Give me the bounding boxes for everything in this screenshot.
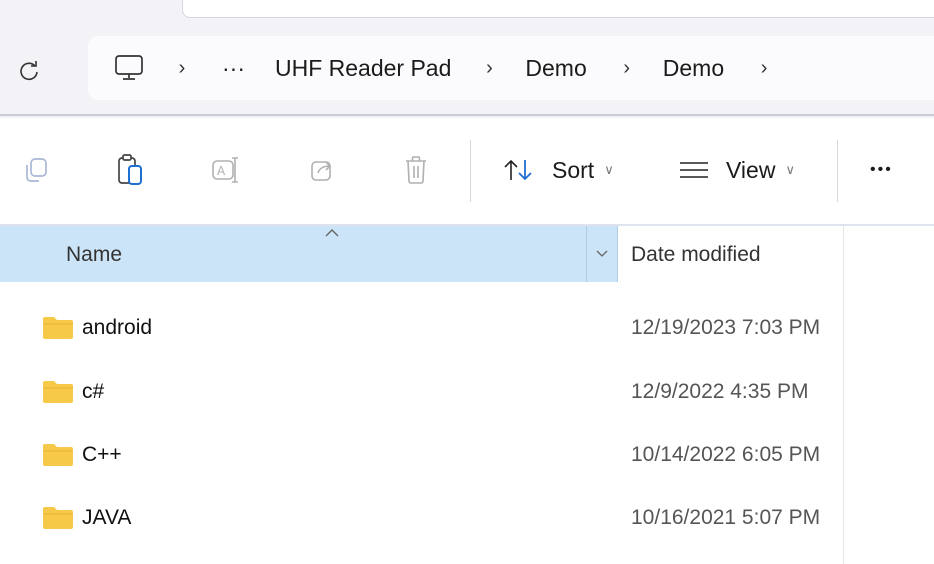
breadcrumb-separator[interactable]: › xyxy=(754,57,774,80)
toolbar-divider xyxy=(837,140,838,202)
folder-icon xyxy=(43,317,73,339)
column-filter-dropdown[interactable] xyxy=(586,226,618,282)
computer-icon xyxy=(115,55,143,80)
file-name: C++ xyxy=(82,443,122,466)
breadcrumb-separator[interactable]: › xyxy=(172,57,192,80)
breadcrumb-demo-current[interactable]: Demo xyxy=(663,55,724,82)
sort-button[interactable]: Sort ∨ xyxy=(502,148,614,192)
breadcrumb-overflow-button[interactable]: ··· xyxy=(222,55,245,82)
address-divider xyxy=(0,114,934,116)
svg-text:A: A xyxy=(217,164,226,178)
view-icon xyxy=(680,162,708,178)
rename-icon: A xyxy=(212,157,238,183)
view-button[interactable]: View ∨ xyxy=(678,148,795,192)
folder-icon xyxy=(43,381,73,403)
delete-button[interactable] xyxy=(396,150,436,190)
file-row-android[interactable]: android 12/19/2023 7:03 PM xyxy=(0,292,843,356)
file-name: c# xyxy=(82,380,105,403)
breadcrumb-separator[interactable]: › xyxy=(479,57,499,80)
sort-label: Sort xyxy=(552,156,595,183)
file-name: android xyxy=(82,316,153,339)
chevron-down-icon: ∨ xyxy=(785,162,795,177)
view-label: View xyxy=(726,156,776,183)
breadcrumb-demo[interactable]: Demo xyxy=(525,55,586,82)
column-divider[interactable] xyxy=(843,226,844,564)
share-icon xyxy=(311,161,332,181)
sort-ascending-icon xyxy=(325,229,339,237)
address-bar[interactable]: › ··· UHF Reader Pad › Demo › Demo › xyxy=(88,36,934,100)
file-date: 10/16/2021 5:07 PM xyxy=(631,506,821,529)
paste-icon xyxy=(118,154,142,185)
chevron-down-icon xyxy=(596,250,608,257)
trash-icon xyxy=(406,156,426,184)
active-tab-edge xyxy=(182,0,934,18)
sort-icon xyxy=(504,159,532,181)
toolbar-divider xyxy=(470,140,471,202)
file-name: JAVA xyxy=(82,506,132,529)
file-date: 12/19/2023 7:03 PM xyxy=(631,316,821,339)
chevron-down-icon: ∨ xyxy=(604,162,614,177)
paste-button[interactable] xyxy=(110,150,150,190)
more-options-button[interactable]: ••• xyxy=(870,148,893,192)
rename-button[interactable]: A xyxy=(206,150,246,190)
copy-button[interactable] xyxy=(16,150,56,190)
breadcrumb-uhf-reader-pad[interactable]: UHF Reader Pad xyxy=(275,55,451,82)
this-pc-button[interactable] xyxy=(114,53,144,83)
copy-icon xyxy=(26,158,47,182)
breadcrumb-separator[interactable]: › xyxy=(617,57,637,80)
file-row-csharp[interactable]: c# 12/9/2022 4:35 PM xyxy=(0,356,843,420)
share-button[interactable] xyxy=(302,150,342,190)
file-row-cpp[interactable]: C++ 10/14/2022 6:05 PM xyxy=(0,419,843,483)
file-date: 12/9/2022 4:35 PM xyxy=(631,380,809,403)
refresh-button[interactable] xyxy=(12,54,46,88)
column-header-date-modified[interactable]: Date modified xyxy=(631,243,761,267)
file-row-java[interactable]: JAVA 10/16/2021 5:07 PM xyxy=(0,482,843,546)
refresh-icon xyxy=(20,61,38,81)
file-date: 10/14/2022 6:05 PM xyxy=(631,443,821,466)
folder-icon xyxy=(43,507,73,529)
column-header-name-label: Name xyxy=(66,243,123,266)
command-bar: A Sort ∨ View ∨ ••• xyxy=(0,118,934,224)
column-header-name[interactable]: Name xyxy=(0,226,586,282)
more-icon: ••• xyxy=(870,161,893,178)
folder-icon xyxy=(43,444,73,466)
